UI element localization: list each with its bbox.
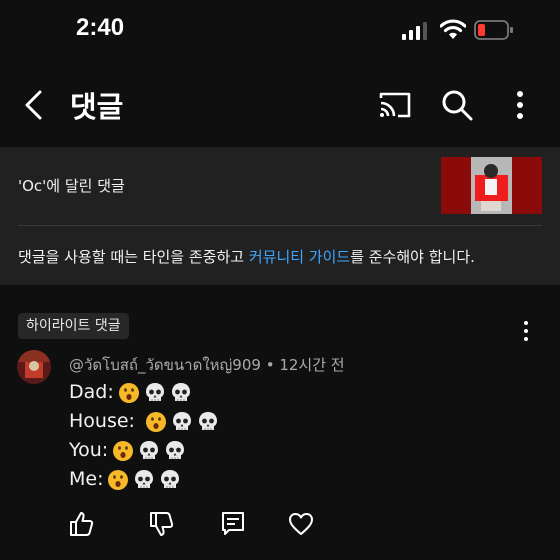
community-guideline-notice: 댓글을 사용할 때는 타인을 존중하고 커뮤니티 가이드를 준수해야 합니다.: [18, 246, 475, 267]
skull-emoji-icon: [166, 440, 185, 459]
comment-line-text: House:: [69, 410, 141, 432]
community-guidelines-link[interactable]: 커뮤니티 가이드: [249, 248, 350, 266]
skull-emoji-icon: [135, 469, 154, 488]
avatar[interactable]: [17, 350, 51, 384]
hushed-face-emoji-icon: [145, 411, 166, 432]
wifi-icon: [440, 19, 466, 39]
search-icon[interactable]: [440, 88, 474, 122]
status-bar: 2:40: [0, 0, 560, 60]
meta-separator: •: [260, 356, 280, 374]
comment-line: Dad:: [69, 378, 219, 407]
comment-line: Me:: [69, 465, 219, 494]
hushed-face-emoji-icon: [118, 382, 139, 403]
cellular-signal-icon: [402, 22, 427, 40]
comment-meta: @วัดโบสถ์_วัดขนาดใหญ่909 • 12시간 전: [69, 353, 345, 377]
panel-divider: [18, 225, 542, 226]
guideline-text: 댓글을 사용할 때는 타인을 존중하고: [18, 248, 249, 266]
comment-line-text: Me:: [69, 468, 104, 490]
hushed-face-emoji-icon: [108, 469, 129, 490]
comment-time: 12시간 전: [279, 356, 345, 374]
status-time: 2:40: [76, 14, 125, 41]
comment-line-text: Dad:: [69, 381, 114, 403]
comment-line: House:: [69, 407, 219, 436]
reply-icon[interactable]: [220, 510, 246, 538]
skull-emoji-icon: [161, 469, 180, 488]
comment-line-text: You:: [69, 439, 109, 461]
skull-emoji-icon: [140, 440, 159, 459]
battery-icon: [474, 20, 513, 40]
cast-icon[interactable]: [378, 90, 412, 120]
guideline-text-suffix: 를 준수해야 합니다.: [350, 248, 475, 266]
skull-emoji-icon: [145, 382, 164, 401]
more-vert-icon[interactable]: [504, 88, 536, 122]
page-title: 댓글: [70, 90, 124, 124]
skull-emoji-icon: [171, 382, 190, 401]
comment-more-icon[interactable]: [516, 320, 536, 342]
like-icon[interactable]: [68, 510, 94, 538]
back-arrow-icon[interactable]: [18, 88, 52, 122]
skull-emoji-icon: [198, 411, 217, 430]
comment-actions: [0, 510, 560, 540]
app-bar: 댓글: [0, 70, 560, 140]
comment-body: Dad: House: You: Me:: [69, 378, 219, 494]
hushed-face-emoji-icon: [113, 440, 134, 461]
video-reference: 'Oc'에 달린 댓글: [18, 177, 125, 195]
comment-author[interactable]: @วัดโบสถ์_วัดขนาดใหญ่909: [69, 356, 261, 374]
highlight-comment-chip: 하이라이트 댓글: [18, 313, 129, 339]
comment-line: You:: [69, 436, 219, 465]
video-thumbnail[interactable]: [441, 157, 542, 214]
dislike-icon[interactable]: [148, 510, 174, 538]
heart-icon[interactable]: [288, 510, 314, 538]
skull-emoji-icon: [172, 411, 191, 430]
video-panel: 'Oc'에 달린 댓글 댓글을 사용할 때는 타인을 존중하고 커뮤니티 가이드…: [0, 147, 560, 285]
